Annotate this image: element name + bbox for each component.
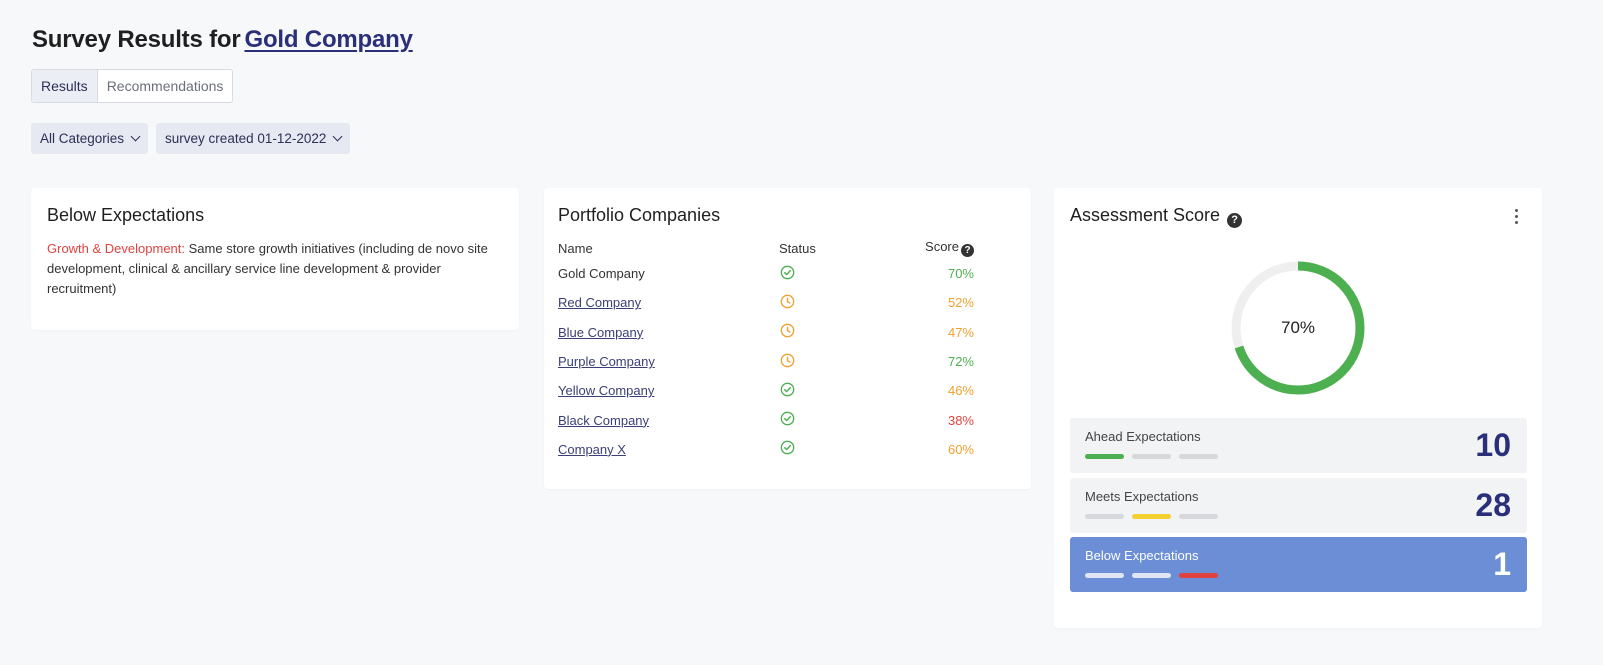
expectation-indicator <box>1085 573 1512 578</box>
table-row: Red Company 52% <box>558 288 1017 317</box>
filter-bar: All Categories survey created 01-12-2022 <box>31 123 351 154</box>
table-header: Name Status Score? <box>558 237 1017 259</box>
company-name[interactable]: Purple Company <box>558 354 655 369</box>
column-header-score: Score? <box>884 239 974 257</box>
check-circle-icon <box>780 382 795 397</box>
check-circle-icon <box>780 411 795 426</box>
expectation-indicator <box>1085 514 1512 519</box>
indicator-bar <box>1132 454 1171 459</box>
company-name-cell: Company X <box>558 442 779 457</box>
company-name-cell: Purple Company <box>558 354 779 369</box>
chevron-down-icon <box>332 131 343 142</box>
assessment-header: Assessment Score ? <box>1070 205 1526 228</box>
expectation-label: Meets Expectations <box>1085 489 1199 504</box>
assessment-score-card: Assessment Score ? 70% Ahead Expectation… <box>1054 188 1542 628</box>
assessment-title-label: Assessment Score <box>1070 205 1221 225</box>
survey-filter-label: survey created 01-12-2022 <box>165 131 327 146</box>
status-cell <box>779 294 884 312</box>
company-name: Gold Company <box>558 266 645 282</box>
column-header-status: Status <box>779 240 816 256</box>
indicator-bar <box>1085 454 1124 459</box>
help-icon[interactable]: ? <box>1227 213 1243 228</box>
company-name-cell: Black Company <box>558 413 779 428</box>
check-circle-icon <box>780 441 795 455</box>
portfolio-table: Name Status Score? Gold Company 70% Red Co… <box>558 237 1017 464</box>
score-cell: 38% <box>947 412 974 428</box>
chevron-down-icon <box>130 131 141 142</box>
portfolio-title: Portfolio Companies <box>558 205 721 225</box>
category-label: Growth & Development: <box>47 241 186 256</box>
indicator-bar <box>1179 573 1218 578</box>
score-cell: 46% <box>947 383 974 399</box>
page-title: Survey Results for Gold Company <box>32 26 413 54</box>
tab-recommendations[interactable]: Recommendations <box>98 70 233 102</box>
expectation-indicator <box>1085 454 1512 459</box>
table-row: Company X 60% <box>558 435 1017 464</box>
expectation-count: 10 <box>1475 427 1511 463</box>
indicator-bar <box>1132 514 1171 519</box>
check-circle-icon <box>780 265 795 279</box>
status-cell <box>779 382 884 400</box>
company-link[interactable]: Gold Company <box>244 26 412 53</box>
score-cell: 60% <box>947 441 974 457</box>
assessment-title: Assessment Score ? <box>1070 205 1243 228</box>
expectation-item[interactable]: Meets Expectations 28 <box>1070 478 1527 533</box>
indicator-bar <box>1179 454 1218 459</box>
score-cell: 72% <box>947 354 974 370</box>
company-name-cell: Yellow Company <box>558 383 779 398</box>
score-cell: 70% <box>947 266 974 282</box>
below-expectations-description: Growth & Development: Same store growth … <box>47 239 503 299</box>
page-title-prefix: Survey Results for <box>32 26 241 53</box>
status-cell <box>779 323 884 341</box>
column-header-score-label: Score <box>925 239 959 254</box>
table-row: Yellow Company 46% <box>558 376 1017 405</box>
portfolio-rows: Gold Company 70% Red Company 52% Blue Compan… <box>558 259 1017 464</box>
indicator-bar <box>1132 573 1171 578</box>
indicator-bar <box>1179 514 1218 519</box>
table-row: Purple Company 72% <box>558 347 1017 376</box>
expectation-item[interactable]: Ahead Expectations 10 <box>1070 418 1527 473</box>
status-cell <box>779 440 884 458</box>
indicator-bar <box>1085 514 1124 519</box>
below-expectations-card: Below Expectations Growth & Development:… <box>31 188 519 330</box>
company-name[interactable]: Red Company <box>558 295 641 310</box>
table-row: Blue Company 47% <box>558 318 1017 347</box>
expectation-label: Below Expectations <box>1085 548 1199 563</box>
company-name-cell: Gold Company <box>558 266 779 281</box>
company-name-cell: Red Company <box>558 295 779 310</box>
clock-circle-icon <box>780 294 795 309</box>
status-cell <box>779 411 884 429</box>
category-filter-dropdown[interactable]: All Categories <box>31 123 149 154</box>
tab-results[interactable]: Results <box>32 70 98 102</box>
more-options-icon[interactable] <box>1506 207 1526 227</box>
score-cell: 47% <box>947 324 974 340</box>
survey-filter-dropdown[interactable]: survey created 01-12-2022 <box>156 123 351 154</box>
category-filter-label: All Categories <box>40 131 125 146</box>
score-value: 70% <box>1280 318 1316 337</box>
company-name[interactable]: Blue Company <box>558 325 643 340</box>
column-header-name: Name <box>558 240 593 256</box>
table-row: Gold Company 70% <box>558 259 1017 288</box>
expectation-count: 1 <box>1493 546 1511 582</box>
expectation-count: 28 <box>1475 487 1511 523</box>
help-icon[interactable]: ? <box>961 244 974 257</box>
company-name[interactable]: Black Company <box>558 413 649 428</box>
clock-circle-icon <box>780 353 795 367</box>
page-header: Survey Results for Gold Company <box>32 26 413 54</box>
company-name[interactable]: Yellow Company <box>558 383 654 398</box>
status-cell <box>779 353 884 371</box>
expectation-item[interactable]: Below Expectations 1 <box>1070 537 1527 592</box>
company-name-cell: Blue Company <box>558 325 779 340</box>
portfolio-companies-card: Portfolio Companies Name Status Score? G… <box>544 188 1031 489</box>
score-donut: 70% <box>1229 259 1367 397</box>
score-cell: 52% <box>947 295 974 311</box>
view-tabs: Results Recommendations <box>31 69 234 103</box>
expectation-label: Ahead Expectations <box>1085 429 1201 444</box>
indicator-bar <box>1085 573 1124 578</box>
table-row: Black Company 38% <box>558 405 1017 434</box>
clock-circle-icon <box>780 323 795 338</box>
status-cell <box>779 265 884 283</box>
below-expectations-title: Below Expectations <box>47 205 205 225</box>
company-name[interactable]: Company X <box>558 442 626 457</box>
